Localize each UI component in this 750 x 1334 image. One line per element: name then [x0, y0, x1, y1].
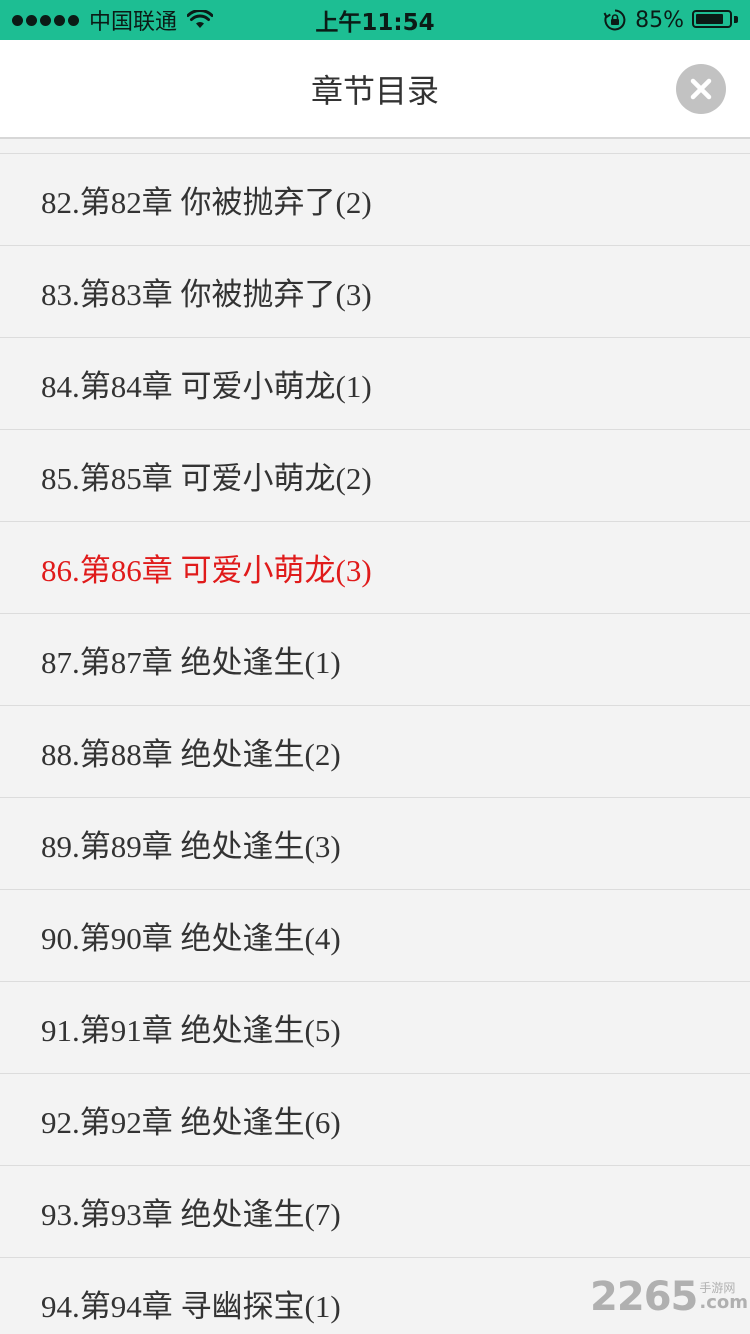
- chapter-item[interactable]: 91.第91章 绝处逢生(5): [0, 982, 750, 1074]
- chapter-item[interactable]: 92.第92章 绝处逢生(6): [0, 1074, 750, 1166]
- chapter-item[interactable]: 90.第90章 绝处逢生(4): [0, 890, 750, 982]
- chapter-list[interactable]: 82.第82章 你被抛弃了(2) 83.第83章 你被抛弃了(3) 84.第84章 …: [0, 139, 750, 1334]
- chapter-item[interactable]: 89.第89章 绝处逢生(3): [0, 798, 750, 890]
- chapter-item[interactable]: 85.第85章 可爱小萌龙(2): [0, 430, 750, 522]
- battery-icon: [692, 10, 738, 30]
- chapter-item-current[interactable]: 86.第86章 可爱小萌龙(3): [0, 522, 750, 614]
- chapter-rows: 82.第82章 你被抛弃了(2) 83.第83章 你被抛弃了(3) 84.第84章 …: [0, 154, 750, 1334]
- watermark-digits: 2265: [590, 1274, 698, 1320]
- chapter-item[interactable]: 83.第83章 你被抛弃了(3): [0, 246, 750, 338]
- page-title: 章节目录: [310, 71, 439, 110]
- chapter-item[interactable]: 88.第88章 绝处逢生(2): [0, 706, 750, 798]
- chapter-item[interactable]: 84.第84章 可爱小萌龙(1): [0, 338, 750, 430]
- battery-percent: 85%: [635, 7, 684, 33]
- header: 章节目录: [0, 40, 750, 139]
- watermark-side: 手游网 .com: [699, 1282, 748, 1312]
- close-button[interactable]: [676, 64, 726, 114]
- watermark-suffix: .com: [699, 1292, 748, 1313]
- chapter-item[interactable]: 93.第93章 绝处逢生(7): [0, 1166, 750, 1258]
- status-bar-right: 85%: [603, 0, 738, 40]
- list-divider: [0, 139, 750, 154]
- lock-rotation-icon: [603, 9, 626, 31]
- battery-fill: [696, 14, 724, 24]
- chapter-item[interactable]: 82.第82章 你被抛弃了(2): [0, 154, 750, 246]
- close-icon: [690, 78, 712, 100]
- chapter-item[interactable]: 87.第87章 绝处逢生(1): [0, 614, 750, 706]
- status-bar: 中国联通 上午11:54 85%: [0, 0, 750, 40]
- watermark-logo: 2265 手游网 .com: [590, 1274, 748, 1320]
